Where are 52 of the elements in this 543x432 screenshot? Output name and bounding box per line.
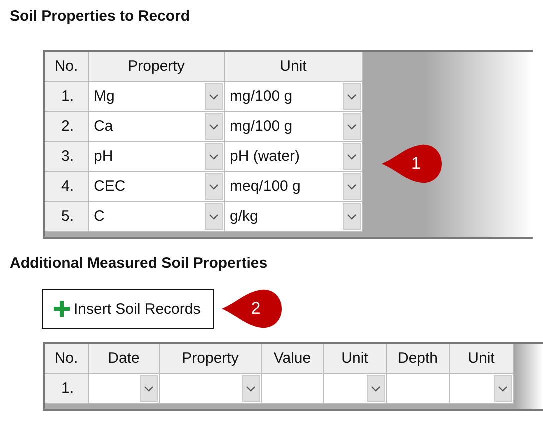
section-title: Soil Properties to Record [10, 7, 192, 27]
column-header: No. [45, 52, 89, 82]
row-number: 3. [45, 142, 89, 172]
column-header: Unit [450, 344, 514, 374]
dropdown-field[interactable] [450, 374, 514, 404]
chevron-down-icon [209, 214, 219, 220]
dropdown-field[interactable]: Ca [89, 112, 225, 142]
chevron-down-icon [347, 154, 357, 160]
chevron-down-icon [347, 124, 357, 130]
callout-badge: 2 [220, 288, 284, 330]
row-number: 1. [45, 82, 89, 112]
column-header: Property [160, 344, 262, 374]
dropdown-field[interactable] [160, 374, 262, 404]
chevron-down-icon [347, 184, 357, 190]
dropdown-field[interactable]: pH [89, 142, 225, 172]
plus-icon [53, 300, 71, 318]
chevron-down-icon [498, 386, 508, 392]
input-field[interactable] [262, 374, 324, 404]
row-number: 1. [45, 374, 89, 404]
dropdown-field[interactable]: CEC [89, 172, 225, 202]
chevron-down-icon [347, 94, 357, 100]
dropdown-field[interactable]: mg/100 g [225, 82, 363, 112]
dropdown-field[interactable] [324, 374, 387, 404]
row-number: 5. [45, 202, 89, 232]
column-header: Property [89, 52, 225, 82]
chevron-down-icon [144, 386, 154, 392]
chevron-down-icon [371, 386, 381, 392]
chevron-down-icon [209, 124, 219, 130]
callout-badge: 1 [380, 143, 444, 185]
column-header: Unit [324, 344, 387, 374]
insert-records-button[interactable]: Insert Soil Records [42, 289, 214, 329]
column-header: Unit [225, 52, 363, 82]
chevron-down-icon [347, 214, 357, 220]
dropdown-field[interactable]: pH (water) [225, 142, 363, 172]
row-number: 4. [45, 172, 89, 202]
column-header: Value [262, 344, 324, 374]
column-header: Date [89, 344, 160, 374]
chevron-down-icon [246, 386, 256, 392]
dropdown-field[interactable]: mg/100 g [225, 112, 363, 142]
dropdown-field[interactable]: Mg [89, 82, 225, 112]
column-header: No. [45, 344, 89, 374]
dropdown-field[interactable]: C [89, 202, 225, 232]
chevron-down-icon [209, 184, 219, 190]
dropdown-field[interactable]: meq/100 g [225, 172, 363, 202]
row-number: 2. [45, 112, 89, 142]
column-header: Depth [387, 344, 450, 374]
chevron-down-icon [209, 94, 219, 100]
chevron-down-icon [209, 154, 219, 160]
input-field[interactable] [387, 374, 450, 404]
dropdown-field[interactable] [89, 374, 160, 404]
dropdown-field[interactable]: g/kg [225, 202, 363, 232]
section-title: Additional Measured Soil Properties [10, 254, 269, 274]
